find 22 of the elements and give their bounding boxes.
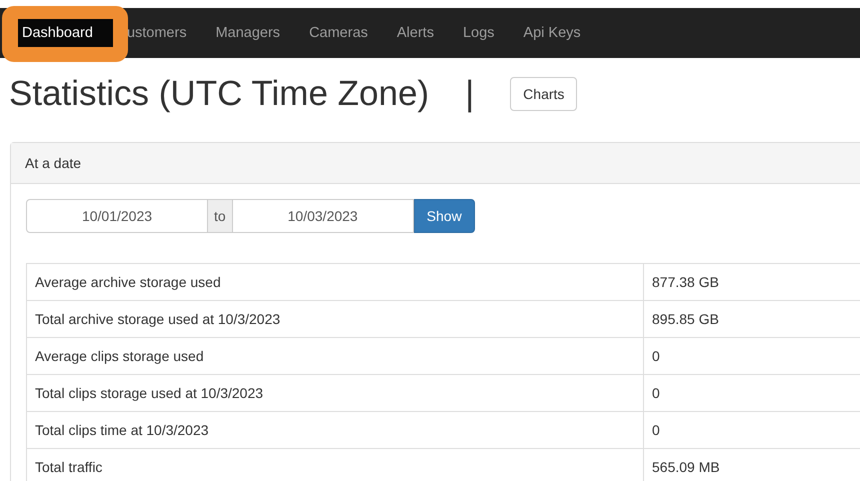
table-cell: Total clips storage used at 10/3/2023 <box>26 374 644 412</box>
panel-heading: At a date <box>11 143 860 184</box>
end-date-field[interactable]: 10/03/2023 <box>232 199 414 233</box>
charts-button[interactable]: Charts <box>510 77 578 111</box>
title-separator: | <box>465 74 474 114</box>
start-date-field[interactable]: 10/01/2023 <box>26 199 208 233</box>
table-cell: Average clips storage used <box>26 338 644 374</box>
table-cell: Total clips time at 10/3/2023 <box>26 412 644 448</box>
nav-link[interactable]: Logs <box>462 19 494 47</box>
nav-link[interactable]: Managers <box>216 19 280 47</box>
nav-link[interactable]: ustomers <box>126 19 187 47</box>
table-cell: Average archive storage used <box>26 264 644 300</box>
nav-link[interactable]: Dashboard <box>18 19 113 47</box>
table-cell: Total traffic <box>26 448 644 481</box>
page-title: Statistics (UTC Time Zone) <box>9 74 430 114</box>
show-button[interactable]: Show <box>414 199 475 233</box>
table-cell: 877.38 GB <box>644 264 860 300</box>
nav-link[interactable]: Alerts <box>396 19 434 47</box>
range-separator: to <box>208 199 232 233</box>
table-cell: Total archive storage used at 10/3/2023 <box>26 300 644 338</box>
nav-link[interactable]: Api Keys <box>523 19 581 47</box>
nav-link[interactable]: Cameras <box>309 19 368 47</box>
